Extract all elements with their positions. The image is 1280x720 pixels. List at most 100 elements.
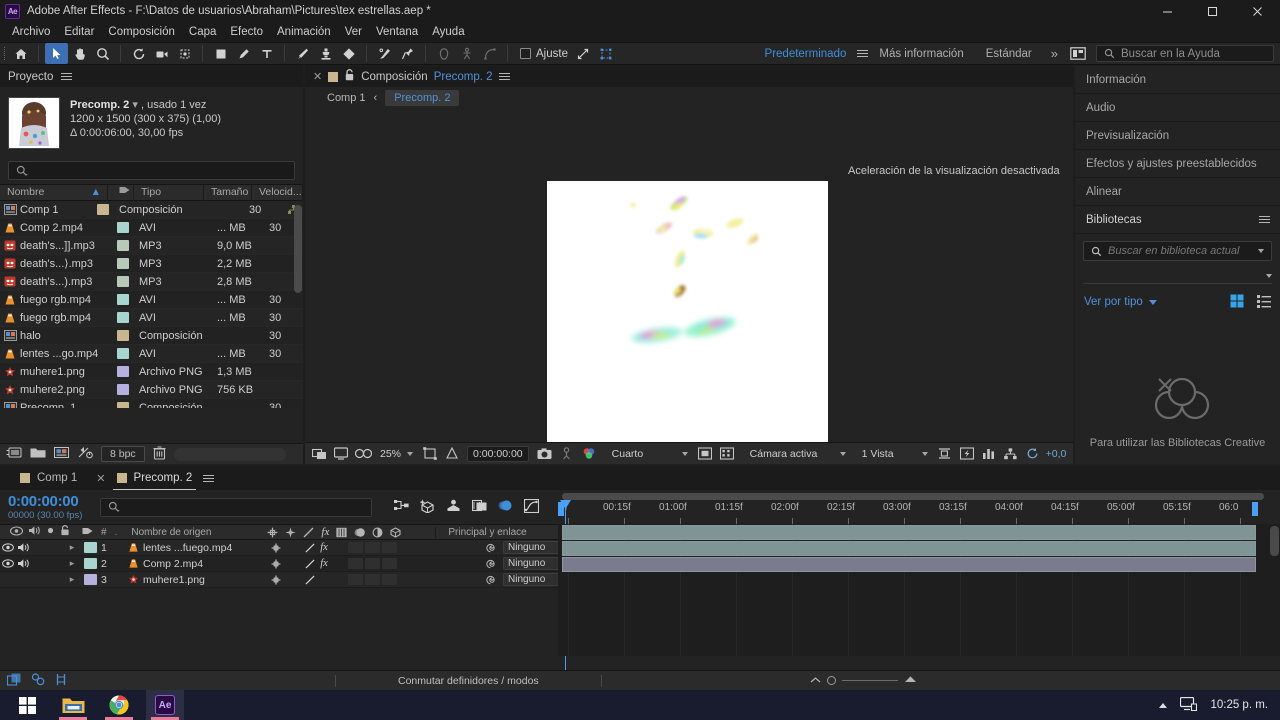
layer-shy-switch[interactable] (265, 556, 287, 572)
type-tool-icon[interactable] (255, 43, 278, 64)
layer-effects-switch[interactable]: fx (316, 556, 332, 572)
motion-blur-icon[interactable] (498, 499, 513, 515)
current-time-indicator[interactable] (560, 500, 571, 680)
project-color-depth-icon[interactable] (77, 446, 93, 462)
layer-quality-switch[interactable] (303, 540, 316, 556)
project-list-item[interactable]: death's...).mp3 MP3 2,8 MB (0, 273, 303, 291)
grid-view-icon[interactable] (1230, 294, 1244, 311)
resolution-dropdown[interactable]: Cuarto (608, 448, 692, 460)
label-swatch[interactable] (117, 276, 129, 287)
timeline-tracks[interactable] (558, 524, 1280, 656)
selection-tool-icon[interactable] (45, 43, 68, 64)
column-header-parent-link[interactable]: Principal y enlace (435, 526, 527, 538)
label-swatch[interactable] (97, 204, 109, 215)
clock-time[interactable]: 10:25 p. m. (1210, 699, 1268, 711)
layer-duration-bar[interactable] (562, 525, 1256, 540)
layer-switch-slot[interactable] (382, 558, 397, 569)
menu-item-ventana[interactable]: Ventana (369, 22, 425, 42)
menu-item-animacion[interactable]: Animación (270, 22, 338, 42)
timeline-zoom-slider[interactable] (810, 675, 917, 687)
list-view-icon[interactable] (1257, 294, 1271, 311)
toggle-switches-modes-icon[interactable] (6, 673, 21, 689)
project-list-item[interactable]: muhere2.png Archivo PNG 756 KB (0, 381, 303, 399)
snapping-checkbox[interactable] (520, 48, 531, 59)
timeline-vertical-scrollbar[interactable] (1270, 526, 1279, 556)
graph-editor-icon[interactable] (524, 498, 540, 516)
monitor-icon[interactable] (332, 445, 350, 463)
library-view-by-label[interactable]: Ver por tipo (1084, 296, 1143, 308)
snapshot-camera-icon[interactable] (536, 445, 554, 463)
workspace-predeterminado[interactable]: Predeterminado (754, 48, 858, 60)
timeline-ruler[interactable]: 0f 00:15f 01:00f 01:15f 02:00f 02:15f 03… (558, 490, 1280, 680)
layer-switch-slot[interactable] (348, 558, 363, 569)
hide-shy-layers-footer-icon[interactable] (31, 672, 45, 689)
clone-stamp-tool-icon[interactable] (314, 43, 337, 64)
project-list-item[interactable]: death's...]].mp3 MP3 9,0 MB (0, 237, 303, 255)
close-tab-icon[interactable]: ✕ (313, 70, 322, 83)
new-folder-icon[interactable] (30, 446, 46, 462)
library-selector-dropdown[interactable] (1083, 268, 1272, 284)
workspace-estandar[interactable]: Estándar (975, 48, 1043, 60)
brush-tool-icon[interactable] (291, 43, 314, 64)
timeline-tab-comp1[interactable]: Comp 1 (16, 466, 81, 490)
pixel-aspect-icon[interactable] (936, 445, 954, 463)
layer-audio-toggle[interactable] (15, 540, 31, 556)
label-swatch[interactable] (117, 402, 129, 408)
comp-flowchart-icon[interactable] (1002, 445, 1020, 463)
timeline-tab-precomp2[interactable]: Precomp. 2 (112, 466, 197, 490)
network-icon[interactable] (1180, 696, 1198, 714)
panel-tab-informacion[interactable]: Información (1075, 66, 1280, 94)
zoom-slider-knob[interactable] (826, 676, 836, 685)
panel-tab-efectos-ajustes[interactable]: Efectos y ajustes preestablecidos (1075, 150, 1280, 178)
parent-pickwhip-icon[interactable] (481, 572, 499, 588)
close-tab-icon[interactable]: ✕ (96, 472, 105, 485)
column-header-tipo[interactable]: Tipo (141, 186, 161, 198)
layer-switch-slot[interactable] (348, 574, 363, 585)
layer-duration-bar[interactable] (562, 541, 1256, 556)
label-swatch[interactable] (117, 348, 129, 359)
eraser-tool-icon[interactable] (337, 43, 360, 64)
composition-tab-name[interactable]: Precomp. 2 (434, 71, 493, 83)
sort-ascending-icon[interactable]: ▲ (91, 184, 101, 201)
timeline-horizontal-scrollbar[interactable] (562, 493, 1264, 500)
after-effects-button[interactable]: Ae (146, 690, 184, 720)
project-list-item[interactable]: muhere1.png Archivo PNG 1,3 MB (0, 363, 303, 381)
zoom-tool-icon[interactable] (91, 43, 114, 64)
composition-panel-menu-icon[interactable] (498, 71, 510, 82)
chrome-button[interactable] (100, 690, 138, 720)
project-item-list[interactable]: Comp 1 Composición 30 Comp 2.mp4 AVI ...… (0, 201, 303, 408)
close-icon[interactable] (1235, 0, 1280, 22)
reset-exposure-icon[interactable] (1024, 445, 1042, 463)
panel-tab-bibliotecas[interactable]: Bibliotecas (1075, 206, 1280, 234)
graph-editor-footer-icon[interactable] (55, 673, 67, 689)
lock-icon[interactable] (344, 69, 355, 84)
menu-item-archivo[interactable]: Archivo (5, 22, 57, 42)
label-swatch[interactable] (117, 222, 129, 233)
project-list-scrollbar[interactable] (294, 205, 302, 293)
layer-audio-toggle[interactable] (15, 572, 31, 588)
puppet-pin-tool-icon[interactable] (396, 43, 419, 64)
channel-color-icon[interactable] (580, 445, 598, 463)
puppet-bend-icon[interactable] (478, 43, 501, 64)
rotation-tool-icon[interactable] (127, 43, 150, 64)
3d-glasses-icon[interactable] (354, 445, 372, 463)
label-swatch[interactable] (117, 258, 129, 269)
chevron-down-icon[interactable] (1258, 249, 1264, 253)
layer-switch-slot[interactable] (382, 574, 397, 585)
label-swatch[interactable] (117, 312, 129, 323)
parent-pickwhip-icon[interactable] (481, 540, 499, 556)
workspace-overflow[interactable]: » (1043, 46, 1066, 61)
composition-timecode[interactable]: 0:00:00:00 (467, 445, 529, 462)
column-header-tamano[interactable]: Tamaño (211, 186, 248, 198)
layer-source-name[interactable]: lentes ...fuego.mp4 (143, 540, 265, 556)
label-swatch[interactable] (117, 384, 129, 395)
roto-brush-tool-icon[interactable] (373, 43, 396, 64)
file-explorer-button[interactable] (54, 690, 92, 720)
workspace-menu-icon[interactable] (857, 48, 869, 59)
show-hidden-icons-icon[interactable] (1159, 702, 1168, 708)
project-list-item[interactable]: fuego rgb.mp4 AVI ... MB 30 (0, 291, 303, 309)
region-of-interest-icon[interactable] (421, 445, 439, 463)
pen-tool-icon[interactable] (232, 43, 255, 64)
toggle-mask-icon[interactable] (718, 445, 736, 463)
project-list-item[interactable]: Comp 2.mp4 AVI ... MB 30 (0, 219, 303, 237)
